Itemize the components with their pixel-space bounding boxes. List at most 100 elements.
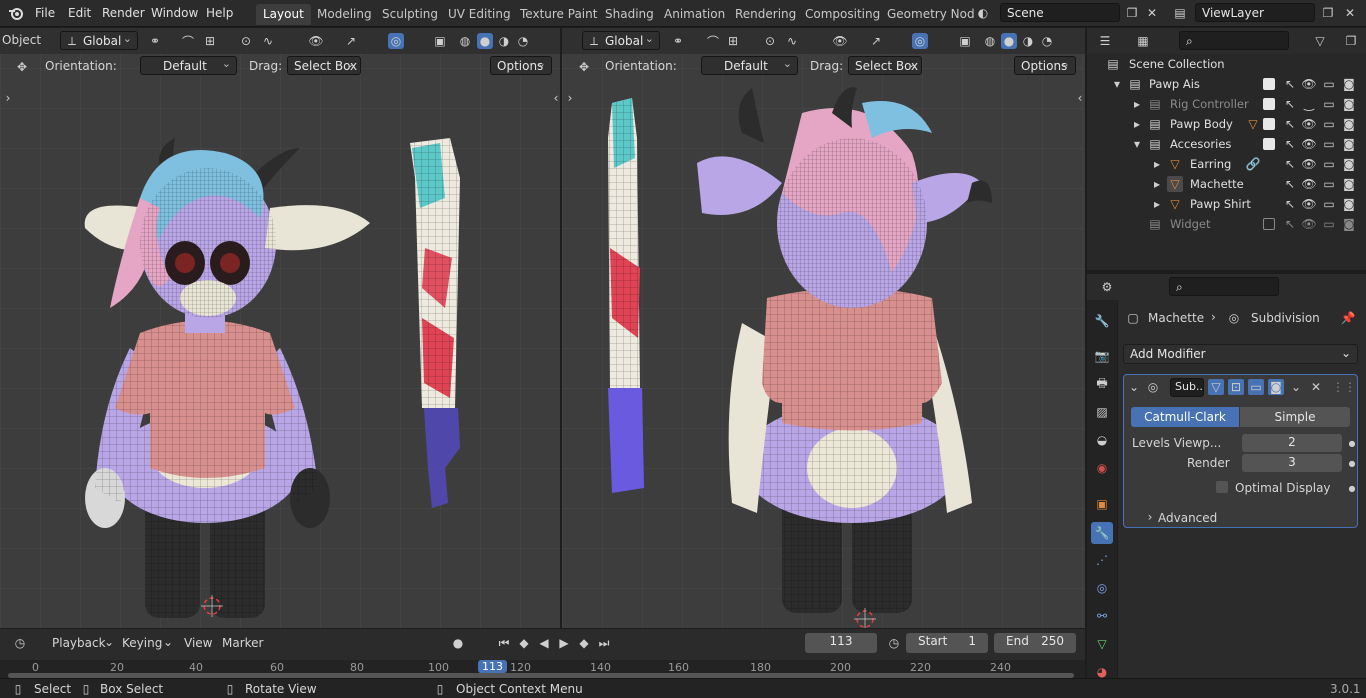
viewport-icon[interactable]: ▭ xyxy=(1321,216,1337,232)
view-layer-tab-icon[interactable]: ▨ xyxy=(1094,404,1110,420)
expand-icon[interactable]: ▸ xyxy=(1149,176,1165,192)
data-tab-icon[interactable]: ▽ xyxy=(1094,636,1110,652)
eye-closed-icon[interactable]: ‿ xyxy=(1301,96,1317,112)
outliner-row-rig-controller[interactable]: ▸ ▤ Rig Controller ↖ ‿ ▭ ◙ xyxy=(1087,94,1366,114)
exclude-checkbox[interactable] xyxy=(1263,118,1275,130)
collapse-icon[interactable]: ▾ xyxy=(1129,136,1145,152)
shading-solid-icon-right[interactable]: ● xyxy=(1001,33,1017,49)
scene-field[interactable]: Scene xyxy=(1000,3,1120,22)
new-collection-icon[interactable]: ❐ xyxy=(1343,33,1359,49)
menu-window[interactable]: Window xyxy=(151,6,198,20)
viewport-icon[interactable]: ▭ xyxy=(1321,96,1337,112)
simple-button[interactable]: Simple xyxy=(1240,407,1350,427)
viewport-right[interactable]: Global ⟂ ⚭ ⌒ ⊞ ⊙ ∿ 👁 ↗ ◎ ▣ ◍ ● ◑ ◔ ✥ Ori… xyxy=(562,28,1085,628)
visibility-icon-right[interactable]: 👁 xyxy=(832,33,848,49)
eye-icon[interactable]: 👁 xyxy=(1301,136,1317,152)
select-icon[interactable]: ↖ xyxy=(1282,156,1298,172)
keyframe-dot-icon[interactable]: ● xyxy=(1344,455,1360,471)
falloff-icon-right[interactable]: ∿ xyxy=(784,33,800,49)
close-icon[interactable]: ✕ xyxy=(1308,379,1324,395)
output-tab-icon[interactable]: 🖶 xyxy=(1094,376,1110,392)
modifier-name-field[interactable]: Sub... xyxy=(1170,378,1204,397)
viewport-icon[interactable]: ▭ xyxy=(1321,136,1337,152)
proportional-icon-right[interactable]: ⊙ xyxy=(762,33,778,49)
start-frame-field[interactable]: Start 1 xyxy=(906,633,988,653)
current-frame-field[interactable]: 113 xyxy=(805,633,877,653)
render-camera-icon[interactable]: ◙ xyxy=(1341,76,1357,92)
menu-file[interactable]: File xyxy=(35,6,55,20)
render-camera-icon[interactable]: ◙ xyxy=(1341,96,1357,112)
modifier-tab-icon[interactable]: 🔧 xyxy=(1091,522,1113,544)
tab-compositing[interactable]: Compositing xyxy=(798,4,887,25)
scene-icon[interactable]: ◐ xyxy=(975,5,991,21)
eye-icon[interactable]: 👁 xyxy=(1301,156,1317,172)
tool-tab-icon[interactable]: 🔧 xyxy=(1094,313,1110,329)
catmull-clark-button[interactable]: Catmull-Clark xyxy=(1131,407,1239,427)
timeline-ruler[interactable]: 0 20 40 60 80 100 113 120 140 160 180 20… xyxy=(0,660,1085,678)
constraint-tab-icon[interactable]: ⚯ xyxy=(1094,608,1110,624)
tab-animation[interactable]: Animation xyxy=(657,4,732,25)
tab-layout[interactable]: Layout xyxy=(256,4,311,25)
proportional-icon[interactable]: ⊙ xyxy=(238,33,254,49)
character-front-mesh[interactable] xyxy=(60,108,400,628)
select-icon[interactable]: ↖ xyxy=(1282,76,1298,92)
outliner-row-pawp-shirt[interactable]: ▸ ▽ Pawp Shirt ↖ 👁 ▭ ◙ xyxy=(1087,194,1366,214)
viewport-left[interactable]: Object Global ⟂ ⚭ ⌒ ⊞ ⊙ ∿ 👁 ↗ ◎ ▣ ◍ ● ◑ … xyxy=(0,28,560,628)
eye-icon[interactable]: 👁 xyxy=(1301,116,1317,132)
viewport-icon[interactable]: ▭ xyxy=(1321,156,1337,172)
expand-left-icon-right[interactable]: › xyxy=(562,90,578,106)
expand-right-icon-right[interactable]: ‹ xyxy=(1072,90,1085,106)
playhead[interactable]: 113 xyxy=(478,660,507,673)
visibility-icon[interactable]: 👁 xyxy=(308,33,324,49)
drag-dropdown-right[interactable]: Select Box xyxy=(848,56,922,75)
pivot-icon-right[interactable]: ⚭ xyxy=(670,33,686,49)
expand-left-icon[interactable]: › xyxy=(0,90,16,106)
close-viewlayer-icon[interactable]: ✕ xyxy=(1342,5,1358,21)
viewport-icon[interactable]: ▭ xyxy=(1321,76,1337,92)
render-camera-icon[interactable]: ◙ xyxy=(1341,116,1357,132)
display-mode-icon[interactable]: ▦ xyxy=(1135,33,1151,49)
cage-icon[interactable]: ⊡ xyxy=(1228,379,1244,395)
overlay-icon[interactable]: ◎ xyxy=(388,33,404,49)
falloff-icon[interactable]: ∿ xyxy=(260,33,276,49)
optimal-display-checkbox[interactable] xyxy=(1216,481,1228,493)
expand-icon[interactable]: ▸ xyxy=(1129,116,1145,132)
outliner-row-accesories[interactable]: ▾ ▤ Accesories ↖ 👁 ▭ ◙ xyxy=(1087,134,1366,154)
options-dropdown-right[interactable]: Options xyxy=(1014,56,1076,75)
exclude-checkbox[interactable] xyxy=(1263,138,1275,150)
tab-sculpting[interactable]: Sculpting xyxy=(375,4,445,25)
scene-tab-icon[interactable]: ◒ xyxy=(1094,432,1110,448)
particles-tab-icon[interactable]: ⋰ xyxy=(1094,552,1110,568)
outliner-row-scene-collection[interactable]: ▤ Scene Collection xyxy=(1087,54,1366,74)
keying-menu[interactable]: Keying xyxy=(122,636,162,650)
marker-menu[interactable]: Marker xyxy=(222,636,263,650)
render-camera-icon[interactable]: ◙ xyxy=(1341,196,1357,212)
outliner-row-earring[interactable]: ▸ ▽ Earring 🔗 ↖ 👁 ▭ ◙ xyxy=(1087,154,1366,174)
expand-icon[interactable]: ▸ xyxy=(1149,196,1165,212)
realtime-icon[interactable]: ▭ xyxy=(1248,379,1264,395)
pivot-icon[interactable]: ⚭ xyxy=(147,33,163,49)
exclude-checkbox[interactable] xyxy=(1263,218,1275,230)
close-scene-icon[interactable]: ✕ xyxy=(1144,5,1160,21)
play-reverse-icon[interactable]: ◀ xyxy=(536,635,552,651)
select-icon[interactable]: ↖ xyxy=(1282,96,1298,112)
collapse-modifier-icon[interactable]: ⌄ xyxy=(1126,379,1142,395)
outliner-row-pawp-body[interactable]: ▸ ▤ Pawp Body ▽ ↖ 👁 ▭ ◙ xyxy=(1087,114,1366,134)
outliner-row-widget[interactable]: ▤ Widget ↖ 👁 ▭ ◙ xyxy=(1087,214,1366,234)
blender-logo-icon[interactable] xyxy=(8,5,24,21)
tab-uv-editing[interactable]: UV Editing xyxy=(441,4,518,25)
record-icon[interactable]: ● xyxy=(450,635,466,651)
physics-tab-icon[interactable]: ◎ xyxy=(1094,580,1110,596)
render-icon[interactable]: ◙ xyxy=(1268,379,1284,395)
move-tool-icon[interactable]: ✥ xyxy=(14,59,30,75)
viewlayer-icon[interactable]: ▤ xyxy=(1172,5,1188,21)
outliner-row-pawp-ais[interactable]: ▾ ▤ Pawp Ais ↖ 👁 ▭ ◙ xyxy=(1087,74,1366,94)
xray-icon-right[interactable]: ▣ xyxy=(957,33,973,49)
drag-handle-icon[interactable]: ⋮⋮ xyxy=(1332,379,1356,395)
move-tool-icon-right[interactable]: ✥ xyxy=(576,59,592,75)
tab-geometry-nodes[interactable]: Geometry Nod xyxy=(880,4,982,25)
orientation-dropdown[interactable]: Default xyxy=(140,56,237,75)
shading-wire-icon-right[interactable]: ◍ xyxy=(982,33,998,49)
tab-rendering[interactable]: Rendering xyxy=(728,4,803,25)
render-camera-icon[interactable]: ◙ xyxy=(1341,136,1357,152)
